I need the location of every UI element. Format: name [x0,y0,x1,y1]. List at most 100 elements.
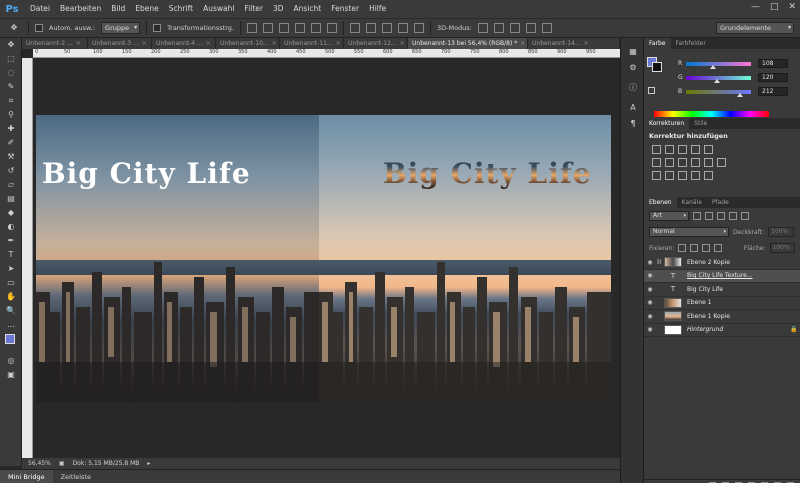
visibility-eye-icon[interactable]: ◉ [644,272,656,279]
layer-row[interactable]: ◉ T Big City Life [644,283,800,297]
layer-name[interactable]: Hintergrund [687,326,790,333]
document-tab[interactable]: Unbenannt-3 ... × [88,38,152,49]
exposure-icon[interactable] [691,145,700,154]
foreground-color-swatch[interactable] [5,334,15,344]
red-slider[interactable] [686,61,751,69]
tab-close-icon[interactable]: × [272,40,277,47]
menu-select[interactable]: Auswahl [198,0,239,18]
lock-transparency-icon[interactable] [678,244,687,252]
zoom-level[interactable]: 56,45% [28,460,51,467]
brush-tool-icon[interactable]: ✐ [0,136,22,150]
auto-select-dropdown[interactable]: Gruppe [101,22,141,34]
menu-window[interactable]: Fenster [326,0,364,18]
layer-row[interactable]: ◉ Ebene 1 [644,297,800,310]
menu-file[interactable]: Datei [25,0,55,18]
layer-name[interactable]: Ebene 2 Kopie [687,259,800,266]
document-canvas[interactable]: Big City Life Big City Life [36,115,611,402]
visibility-eye-icon[interactable]: ◉ [644,259,656,266]
red-value-input[interactable]: 108 [758,59,788,68]
align-vcenter-icon[interactable] [262,23,273,33]
dodge-tool-icon[interactable]: ◐ [0,220,22,234]
layer-filter-dropdown[interactable]: Art [649,211,689,221]
move-tool-icon[interactable]: ✥ [0,38,22,52]
visibility-eye-icon[interactable]: ◉ [644,313,656,320]
blur-tool-icon[interactable]: ◆ [0,206,22,220]
invert-icon[interactable] [652,171,661,180]
path-select-tool-icon[interactable]: ➤ [0,262,22,276]
selective-color-icon[interactable] [704,171,713,180]
menu-help[interactable]: Hilfe [364,0,391,18]
menu-filter[interactable]: Filter [239,0,268,18]
menu-type[interactable]: Schrift [164,0,198,18]
document-tab[interactable]: Unbenannt-11... × [280,38,344,49]
menu-image[interactable]: Bild [106,0,130,18]
red-slider-thumb[interactable] [710,64,716,69]
align-bottom-icon[interactable] [278,23,289,33]
distribute-top-icon[interactable] [349,23,360,33]
filter-type-icon[interactable] [717,212,725,220]
minimize-icon[interactable]: — [751,2,760,12]
fill-input[interactable]: 100% [769,243,795,253]
photo-filter-icon[interactable] [691,158,700,167]
maximize-icon[interactable]: □ [770,2,779,12]
threshold-icon[interactable] [678,171,687,180]
document-tab[interactable]: Unbenannt-10... × [216,38,280,49]
workspace-dropdown[interactable]: Grundelemente [716,22,794,34]
history-brush-tool-icon[interactable]: ↺ [0,164,22,178]
tab-close-icon[interactable]: × [584,40,589,47]
quick-mask-icon[interactable]: ◎ [0,354,22,368]
filter-shape-icon[interactable] [729,212,737,220]
menu-layer[interactable]: Ebene [130,0,163,18]
color-lookup-icon[interactable] [717,158,726,167]
tab-color[interactable]: Farbe [644,38,671,49]
3d-pan-icon[interactable] [509,23,520,33]
posterize-icon[interactable] [665,171,674,180]
align-left-icon[interactable] [294,23,305,33]
eyedropper-tool-icon[interactable]: ⚲ [0,108,22,122]
opacity-input[interactable]: 100% [768,227,795,237]
menu-3d[interactable]: 3D [268,0,289,18]
transform-controls-checkbox[interactable] [153,24,162,32]
menu-edit[interactable]: Bearbeiten [55,0,106,18]
tab-layers[interactable]: Ebenen [644,197,677,208]
warning-cube-icon[interactable] [648,87,655,94]
properties-panel-icon[interactable]: ⚙ [621,60,645,76]
visibility-eye-icon[interactable]: ◉ [644,299,656,306]
blue-value-input[interactable]: 212 [758,87,788,96]
align-hcenter-icon[interactable] [310,23,321,33]
crop-tool-icon[interactable]: ⌗ [0,94,22,108]
document-tab[interactable]: Unbenannt-2 ... × [22,38,88,49]
green-slider-thumb[interactable] [714,78,720,83]
auto-select-checkbox[interactable] [35,24,43,32]
tab-mini-bridge[interactable]: Mini Bridge [0,469,53,483]
levels-icon[interactable] [665,145,674,154]
blend-mode-dropdown[interactable]: Normal [649,227,729,237]
layer-row[interactable]: ◉ Hintergrund 🔒 [644,324,800,337]
blue-slider-thumb[interactable] [737,92,743,97]
tab-close-icon[interactable]: × [520,40,525,47]
zoom-tool-icon[interactable]: 🔍 [0,304,22,318]
3d-slide-icon[interactable] [525,23,536,33]
character-panel-icon[interactable]: A [621,100,645,116]
align-right-icon[interactable] [326,23,337,33]
document-tab-active[interactable]: Unbenannt-13 bei 56,4% (RGB/8) * × [408,38,528,49]
tab-swatches[interactable]: Farbfelder [671,38,711,49]
tab-close-icon[interactable]: × [142,40,147,47]
filter-smart-object-icon[interactable] [741,212,749,220]
blue-slider[interactable] [686,89,751,97]
distribute-left-icon[interactable] [397,23,408,33]
shape-tool-icon[interactable]: ▭ [0,276,22,290]
3d-scale-icon[interactable] [541,23,552,33]
type-tool-icon[interactable]: T [0,248,22,262]
filter-pixel-icon[interactable] [693,212,701,220]
vibrance-icon[interactable] [704,145,713,154]
gradient-map-icon[interactable] [691,171,700,180]
3d-roll-icon[interactable] [493,23,504,33]
layer-name[interactable]: Ebene 1 [687,299,800,306]
more-tools-icon[interactable]: … [0,318,22,332]
color-balance-icon[interactable] [665,158,674,167]
lock-all-icon[interactable] [714,244,722,252]
distribute-right-icon[interactable] [413,23,424,33]
distribute-center-icon[interactable] [365,23,376,33]
document-tab[interactable]: Unbenannt-12... × [344,38,408,49]
